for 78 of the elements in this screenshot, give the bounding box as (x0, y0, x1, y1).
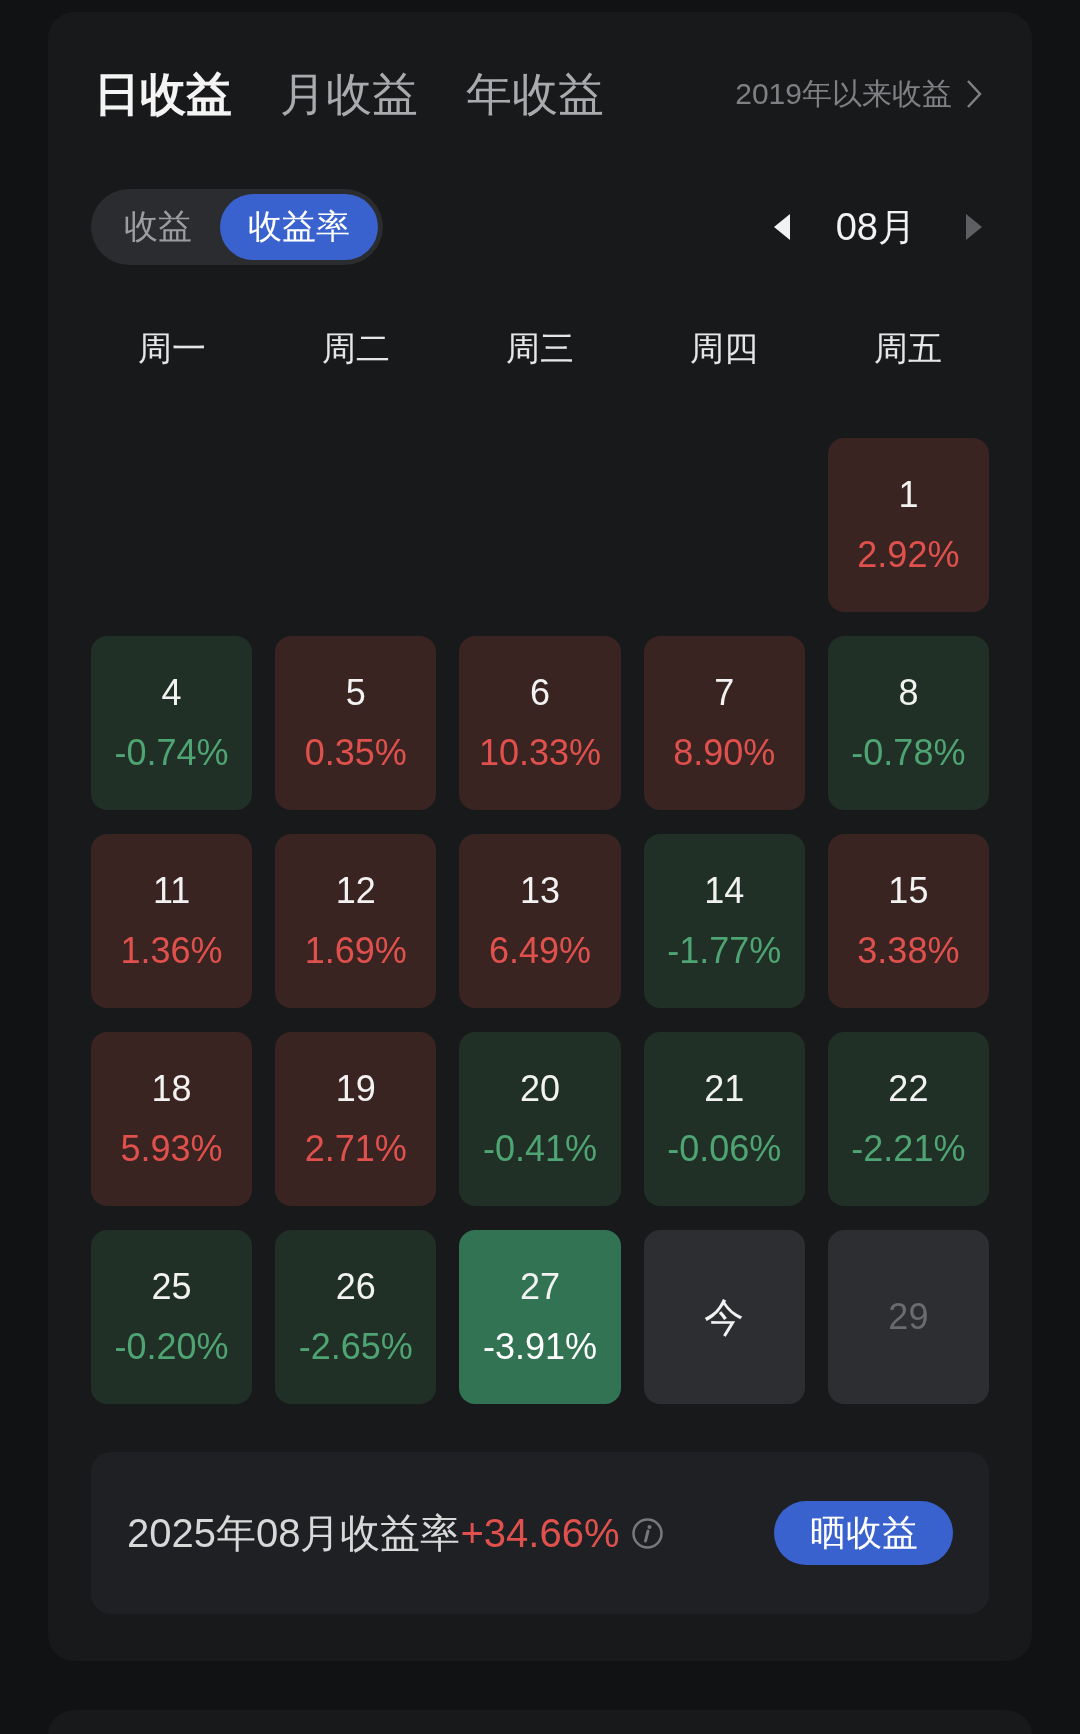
day-number: 12 (335, 869, 376, 913)
day-cell[interactable]: 8 -0.78% (827, 636, 989, 810)
today-label: 今 (704, 1294, 745, 1341)
day-return: -1.77% (667, 929, 782, 973)
day-cell[interactable]: 19 2.71% (275, 1032, 437, 1206)
day-number: 13 (519, 869, 560, 913)
day-number: 8 (898, 671, 919, 715)
day-return: 8.90% (673, 731, 776, 775)
weekday-label: 周四 (690, 328, 759, 368)
tab[interactable]: 月收益 (280, 66, 418, 122)
day-return: 0.35% (304, 731, 407, 775)
toggle-option[interactable]: 收益率 (220, 194, 378, 260)
day-cell[interactable]: 13 6.49% (459, 834, 621, 1008)
day-number: 1 (898, 473, 919, 517)
day-cell[interactable]: 20 -0.41% (459, 1032, 621, 1206)
day-number: 22 (888, 1067, 929, 1111)
day-cell[interactable]: 21 -0.06% (643, 1032, 805, 1206)
segmented-control[interactable]: 收益 收益率 (91, 189, 383, 265)
info-icon[interactable] (631, 1517, 663, 1549)
triangle-left-icon[interactable] (773, 214, 790, 240)
tab[interactable]: 日收益 (94, 66, 232, 122)
day-number: 25 (151, 1265, 192, 1309)
day-cell[interactable]: 14 -1.77% (643, 834, 805, 1008)
day-cell[interactable]: 22 -2.21% (827, 1032, 989, 1206)
day-cell[interactable]: 12 1.69% (275, 834, 437, 1008)
toggle-option[interactable]: 收益 (96, 194, 220, 260)
day-number: 6 (529, 671, 550, 715)
day-cell[interactable]: 11 1.36% (91, 834, 253, 1008)
day-return: 2.71% (304, 1127, 407, 1171)
history-link[interactable]: 2019年以来收益 (735, 73, 982, 115)
weekday-label: 周五 (874, 328, 943, 368)
day-cell[interactable]: 26 -2.65% (275, 1230, 437, 1404)
day-cell[interactable]: 5 0.35% (275, 636, 437, 810)
day-number: 18 (151, 1067, 192, 1111)
day-number: 4 (161, 671, 182, 715)
day-return: -0.06% (667, 1127, 782, 1171)
day-number: 26 (335, 1265, 376, 1309)
day-cell[interactable]: 1 2.92% (827, 438, 989, 612)
day-return: 10.33% (478, 731, 602, 775)
day-return: 2.92% (857, 533, 960, 577)
day-cell[interactable]: 今 (643, 1230, 805, 1404)
tab[interactable]: 年收益 (466, 66, 604, 122)
day-return: -0.20% (114, 1325, 229, 1369)
day-number: 15 (888, 869, 929, 913)
weekday-label: 周一 (137, 328, 206, 368)
day-cell[interactable]: 18 5.93% (91, 1032, 253, 1206)
share-button[interactable]: 晒收益 (774, 1501, 953, 1565)
day-return: -3.91% (482, 1325, 598, 1369)
day-return: -0.74% (114, 731, 229, 775)
chevron-right-icon (966, 79, 982, 109)
day-number: 21 (704, 1067, 745, 1111)
day-number: 19 (335, 1067, 376, 1111)
day-return: 6.49% (488, 929, 592, 973)
day-number: 7 (714, 671, 735, 715)
day-number: 27 (519, 1265, 560, 1309)
day-return: 3.38% (857, 929, 960, 973)
day-return: -0.78% (851, 731, 966, 775)
day-return: -0.41% (482, 1127, 598, 1171)
day-cell[interactable]: 6 10.33% (459, 636, 621, 810)
weekday-label: 周二 (321, 328, 390, 368)
day-number: 11 (152, 869, 191, 913)
day-number: 29 (888, 1295, 929, 1339)
day-cell[interactable]: 15 3.38% (827, 834, 989, 1008)
day-return: -2.21% (851, 1127, 966, 1171)
day-return: 5.93% (120, 1127, 223, 1171)
day-number: 14 (704, 869, 745, 913)
month-label: 08月 (835, 204, 916, 250)
day-return: 1.36% (120, 929, 223, 973)
day-return: -2.65% (298, 1325, 413, 1369)
day-number: 5 (345, 671, 366, 715)
day-cell[interactable]: 4 -0.74% (91, 636, 253, 810)
day-cell[interactable]: 25 -0.20% (91, 1230, 253, 1404)
weekday-label: 周三 (506, 328, 574, 368)
summary-text: 2025年08月收益率+34.66% (127, 1509, 620, 1557)
day-cell[interactable]: 7 8.90% (643, 636, 805, 810)
day-number: 20 (519, 1067, 560, 1111)
day-cell[interactable]: 27 -3.91% (459, 1230, 621, 1404)
day-return: 1.69% (304, 929, 407, 973)
